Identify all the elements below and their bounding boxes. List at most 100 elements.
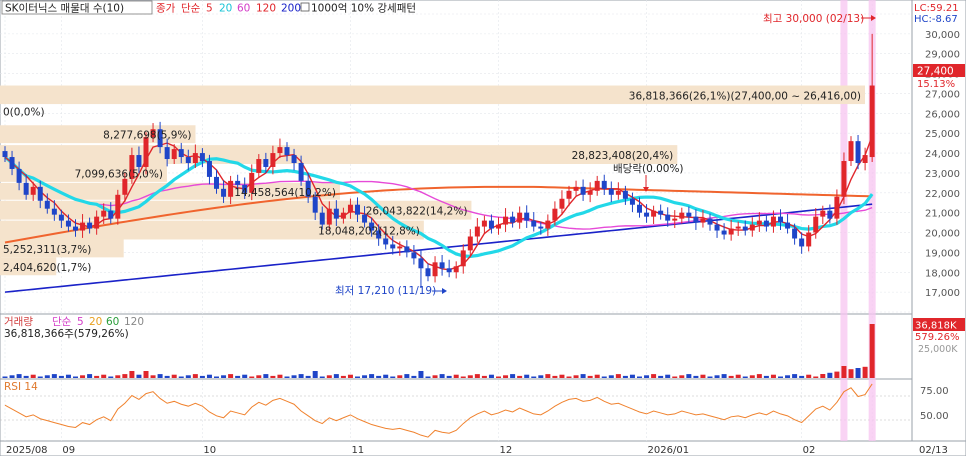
volume-bar[interactable] — [538, 375, 544, 378]
volume-bar[interactable] — [397, 375, 403, 378]
volume-bar[interactable] — [770, 374, 776, 378]
volume-bar[interactable] — [432, 375, 438, 378]
candle-body[interactable] — [319, 212, 325, 225]
volume-bar[interactable] — [355, 376, 360, 379]
candle-body[interactable] — [629, 198, 635, 205]
volume-bar[interactable] — [228, 374, 234, 378]
volume-bar[interactable] — [524, 374, 530, 378]
volume-bar[interactable] — [319, 376, 325, 379]
candle-body[interactable] — [608, 188, 614, 195]
volume-bar[interactable] — [848, 369, 854, 378]
volume-bar[interactable] — [150, 375, 156, 378]
candle-body[interactable] — [411, 252, 417, 259]
volume-bar[interactable] — [37, 376, 43, 379]
candle-body[interactable] — [136, 155, 142, 167]
candle-body[interactable] — [115, 194, 121, 219]
candle-body[interactable] — [679, 212, 685, 219]
volume-bar[interactable] — [404, 374, 410, 378]
candle-body[interactable] — [347, 204, 353, 213]
volume-bar[interactable] — [644, 375, 650, 378]
volume-bar[interactable] — [869, 324, 875, 378]
candle-body[interactable] — [404, 246, 410, 253]
volume-bar[interactable] — [460, 376, 466, 379]
candle-body[interactable] — [284, 147, 290, 156]
volume-bar[interactable] — [756, 374, 762, 378]
candle-body[interactable] — [192, 153, 198, 163]
candle-body[interactable] — [263, 159, 269, 167]
volume-bar[interactable] — [587, 375, 593, 378]
volume-bar[interactable] — [383, 374, 389, 378]
volume-bar[interactable] — [658, 375, 664, 378]
candle-body[interactable] — [390, 244, 396, 249]
candle-body[interactable] — [834, 196, 840, 219]
volume-bar[interactable] — [192, 374, 198, 378]
volume-bar[interactable] — [221, 375, 227, 378]
volume-bar[interactable] — [326, 375, 332, 378]
volume-bar[interactable] — [827, 372, 833, 378]
candle-body[interactable] — [228, 180, 234, 197]
volume-bar[interactable] — [545, 374, 551, 378]
volume-bar[interactable] — [601, 376, 607, 379]
candle-body[interactable] — [763, 220, 769, 227]
volume-bar[interactable] — [171, 374, 177, 378]
candle-body[interactable] — [467, 236, 473, 251]
volume-bar[interactable] — [115, 375, 121, 378]
volume-bar[interactable] — [481, 375, 487, 378]
volume-bar[interactable] — [333, 374, 339, 378]
volume-bar[interactable] — [496, 376, 501, 379]
candle-body[interactable] — [869, 85, 875, 158]
volume-bar[interactable] — [806, 374, 812, 378]
volume-bar[interactable] — [763, 375, 769, 378]
volume-bar[interactable] — [728, 375, 734, 378]
volume-bar[interactable] — [157, 374, 163, 378]
candle-body[interactable] — [841, 161, 847, 197]
volume-bar[interactable] — [665, 374, 671, 378]
candle-body[interactable] — [707, 218, 713, 225]
candle-body[interactable] — [552, 208, 558, 221]
volume-bar[interactable] — [679, 375, 685, 378]
candle-body[interactable] — [432, 262, 438, 277]
candle-body[interactable] — [474, 226, 480, 237]
volume-bar[interactable] — [785, 375, 791, 378]
candle-body[interactable] — [517, 212, 523, 223]
candle-body[interactable] — [355, 204, 360, 215]
candle-body[interactable] — [16, 168, 22, 183]
volume-bar[interactable] — [185, 375, 191, 378]
volume-bar[interactable] — [143, 371, 149, 378]
rsi-panel[interactable] — [0, 378, 913, 442]
candle-body[interactable] — [721, 230, 727, 235]
volume-bar[interactable] — [16, 374, 22, 378]
candle-body[interactable] — [206, 161, 212, 177]
candle-body[interactable] — [742, 226, 748, 231]
candle-body[interactable] — [312, 196, 318, 213]
candle-body[interactable] — [496, 224, 501, 229]
candle-body[interactable] — [178, 149, 184, 158]
volume-bar[interactable] — [340, 375, 346, 378]
stock-chart[interactable]: 36,818,366(26,1%)(27,400,00 ~ 26,416,00)… — [0, 0, 966, 456]
candle-body[interactable] — [672, 218, 678, 221]
volume-bar[interactable] — [80, 375, 86, 378]
candle-body[interactable] — [785, 222, 791, 229]
volume-bar[interactable] — [474, 374, 480, 378]
candle-body[interactable] — [185, 157, 191, 163]
volume-bar[interactable] — [453, 374, 459, 378]
volume-bar[interactable] — [742, 376, 748, 379]
candle-body[interactable] — [686, 212, 692, 217]
candle-body[interactable] — [749, 224, 755, 231]
candle-body[interactable] — [298, 163, 304, 181]
candle-body[interactable] — [510, 216, 516, 223]
candle-body[interactable] — [827, 210, 833, 219]
candle-body[interactable] — [65, 220, 71, 227]
volume-bar[interactable] — [101, 374, 107, 378]
rsi-title[interactable]: RSI 14 — [4, 381, 38, 393]
volume-bar[interactable] — [347, 374, 353, 378]
volume-bar[interactable] — [312, 371, 318, 378]
candle-body[interactable] — [277, 147, 283, 154]
volume-bar[interactable] — [425, 376, 431, 379]
candle-body[interactable] — [545, 220, 551, 229]
volume-bar[interactable] — [855, 368, 861, 378]
candle-body[interactable] — [644, 212, 650, 217]
candle-body[interactable] — [453, 266, 459, 273]
candle-body[interactable] — [700, 218, 706, 223]
volume-bar[interactable] — [799, 375, 805, 378]
